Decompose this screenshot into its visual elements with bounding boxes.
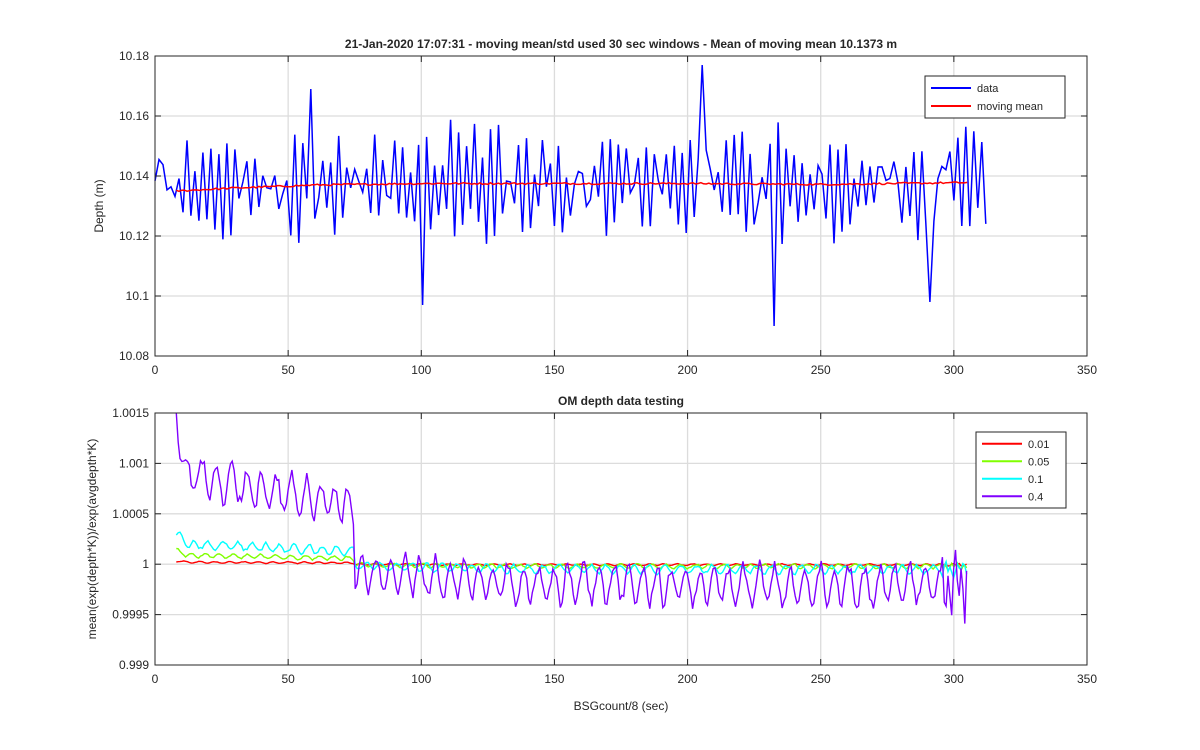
y-tick-label: 0.9995 xyxy=(112,608,149,622)
x-tick-label: 150 xyxy=(544,672,564,686)
bottom-x-axis-label: BSGcount/8 (sec) xyxy=(574,699,669,713)
x-tick-label: 100 xyxy=(411,363,431,377)
legend-label: data xyxy=(977,83,999,95)
x-tick-label: 200 xyxy=(678,672,698,686)
top-y-axis-label: Depth (m) xyxy=(92,179,106,232)
bottom-legend: 0.01 0.05 0.1 0.4 xyxy=(975,431,1067,509)
x-tick-label: 250 xyxy=(811,672,831,686)
y-tick-label: 10.08 xyxy=(119,349,149,363)
y-tick-label: 10.18 xyxy=(119,49,149,63)
top-chart-title: 21-Jan-2020 17:07:31 - moving mean/std u… xyxy=(345,37,897,51)
x-tick-label: 250 xyxy=(811,363,831,377)
x-tick-label: 350 xyxy=(1077,672,1097,686)
y-tick-label: 10.16 xyxy=(119,109,149,123)
y-tick-label: 1 xyxy=(142,557,149,571)
x-tick-label: 200 xyxy=(678,363,698,377)
y-tick-label: 1.0015 xyxy=(112,406,149,420)
x-tick-label: 150 xyxy=(544,363,564,377)
x-tick-label: 350 xyxy=(1077,363,1097,377)
y-tick-label: 10.14 xyxy=(119,169,149,183)
legend-label: 0.05 xyxy=(1028,456,1049,468)
y-tick-label: 10.12 xyxy=(119,229,149,243)
bottom-chart-title: OM depth data testing xyxy=(558,394,684,408)
y-tick-label: 1.001 xyxy=(119,456,149,470)
top-legend: data moving mean xyxy=(924,75,1066,119)
bottom-y-axis-label: mean(exp(depth*K))/exp(avgdepth*K) xyxy=(85,439,99,640)
y-tick-label: 10.1 xyxy=(126,289,150,303)
y-tick-label: 0.999 xyxy=(119,658,149,672)
legend-label: 0.1 xyxy=(1028,474,1043,486)
figure: 0 50 100 150 200 250 300 35010.0810.110.1210.14… xyxy=(85,37,1097,713)
x-tick-label: 50 xyxy=(281,363,295,377)
legend-label: 0.01 xyxy=(1028,439,1049,451)
legend-label: moving mean xyxy=(977,101,1043,113)
x-tick-label: 50 xyxy=(281,672,295,686)
x-tick-label: 100 xyxy=(411,672,431,686)
legend-label: 0.4 xyxy=(1028,491,1043,503)
x-tick-label: 300 xyxy=(944,672,964,686)
x-tick-label: 300 xyxy=(944,363,964,377)
top-axes: 0 50 100 150 200 250 300 350 10.08 10.1 10.12 10.14… xyxy=(92,37,1097,377)
x-tick-label: 0 xyxy=(152,672,159,686)
bottom-axes: 0 50 100 150 200 250 300 350 0.999 0.9995 1 1.0005 1… xyxy=(85,394,1097,713)
y-tick-label: 1.0005 xyxy=(112,507,149,521)
x-tick-label: 0 xyxy=(152,363,159,377)
bottom-plot-area xyxy=(155,413,1087,665)
